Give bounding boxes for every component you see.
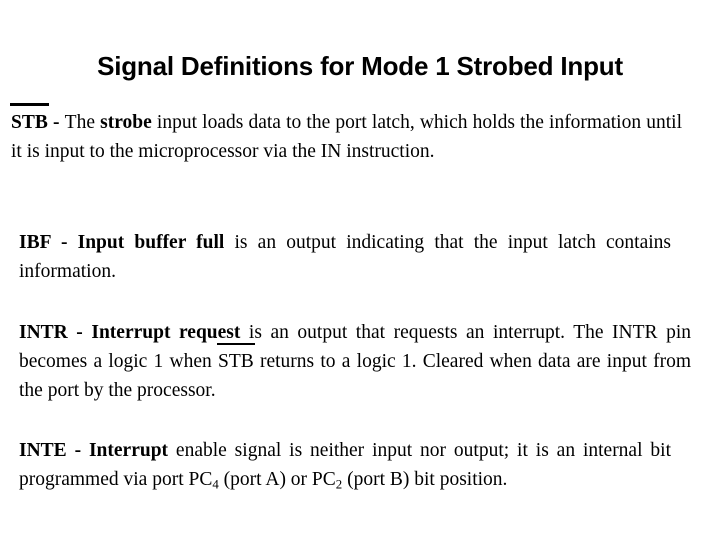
- signal-label-intr: INTR: [19, 322, 68, 343]
- signal-label-stb-text: STB: [11, 112, 48, 133]
- separator-inte: -: [66, 440, 89, 461]
- term-input-buffer-full: Input buffer full: [77, 232, 225, 253]
- term-interrupt-request: Interrupt request: [91, 322, 241, 343]
- signal-label-ibf: IBF: [19, 232, 51, 253]
- paragraph-stb: STB - The strobe input loads data to the…: [10, 103, 682, 166]
- separator-ibf: -: [50, 232, 78, 253]
- page-title: Signal Definitions for Mode 1 Strobed In…: [97, 51, 623, 81]
- separator-intr: -: [67, 322, 92, 343]
- body-inte-part3: (port B) bit position.: [342, 469, 508, 490]
- paragraph-intr: INTR - Interrupt request is an output th…: [19, 318, 691, 405]
- term-interrupt: Interrupt: [88, 440, 169, 461]
- signal-label-stb-overlined: STB: [10, 103, 49, 137]
- inline-signal-stb-overlined: STB: [217, 343, 255, 376]
- slide-canvas: Signal Definitions for Mode 1 Strobed In…: [0, 0, 720, 540]
- inline-signal-stb-text: STB: [218, 351, 254, 372]
- term-strobe: strobe: [100, 112, 152, 133]
- lead-in-stb: The: [64, 112, 101, 133]
- separator-stb: -: [47, 112, 65, 133]
- paragraph-ibf: IBF - Input buffer full is an output ind…: [19, 228, 671, 286]
- body-inte-part2: (port A) or PC: [218, 469, 336, 490]
- signal-label-inte: INTE: [19, 440, 67, 461]
- paragraph-inte: INTE - Interrupt enable signal is neithe…: [19, 436, 671, 494]
